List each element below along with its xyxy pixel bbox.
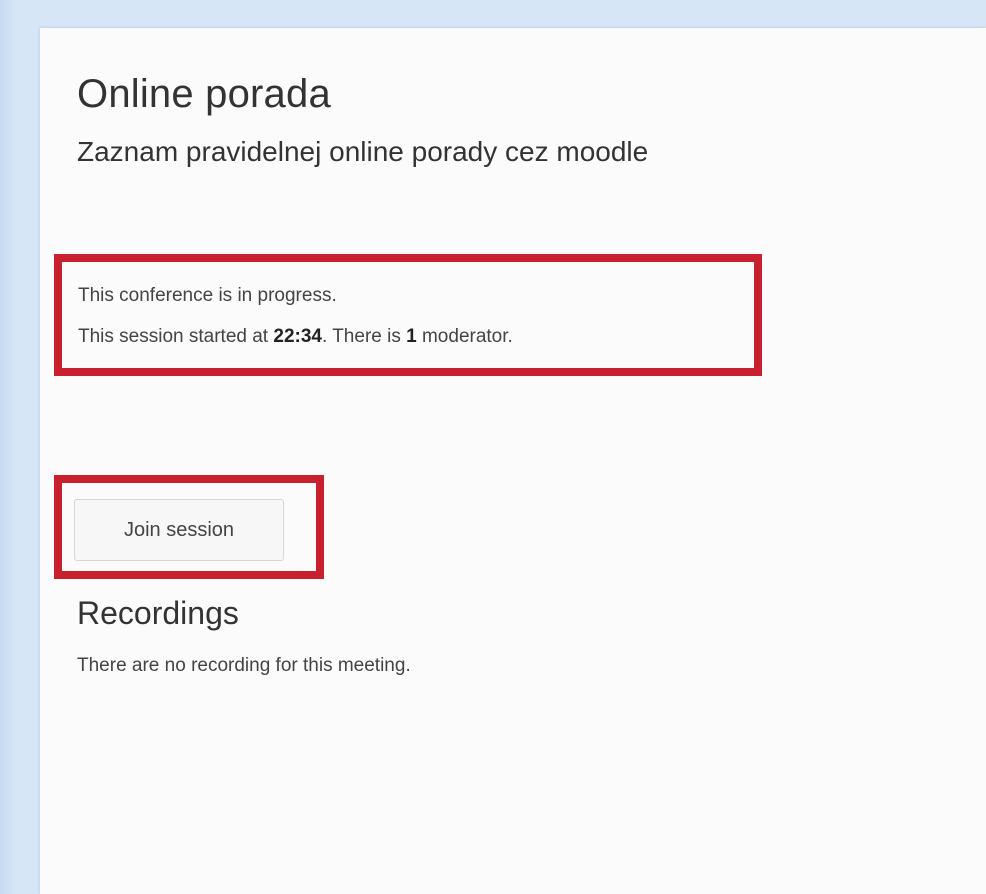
session-info-prefix: This session started at	[78, 326, 274, 347]
conference-status-highlight: This conference is in progress. This ses…	[54, 254, 762, 376]
recordings-heading: Recordings	[77, 595, 239, 631]
session-info-suffix: moderator.	[416, 326, 513, 347]
page-title: Online porada	[77, 72, 331, 116]
conference-status-text: This conference is in progress.	[78, 285, 337, 306]
meeting-description: Zaznam pravidelnej online porady cez moo…	[77, 136, 649, 167]
meeting-content-panel: Online porada Zaznam pravidelnej online …	[40, 28, 986, 894]
session-start-time: 22:34	[273, 326, 322, 347]
moderator-count: 1	[406, 326, 417, 347]
join-session-button[interactable]: Join session	[74, 499, 284, 561]
session-info-text: This session started at 22:34. There is …	[78, 326, 513, 348]
join-session-highlight: Join session	[54, 475, 324, 579]
page-background: Online porada Zaznam pravidelnej online …	[0, 0, 986, 894]
session-info-middle: . There is	[321, 326, 407, 347]
recordings-empty-message: There are no recording for this meeting.	[77, 655, 411, 676]
